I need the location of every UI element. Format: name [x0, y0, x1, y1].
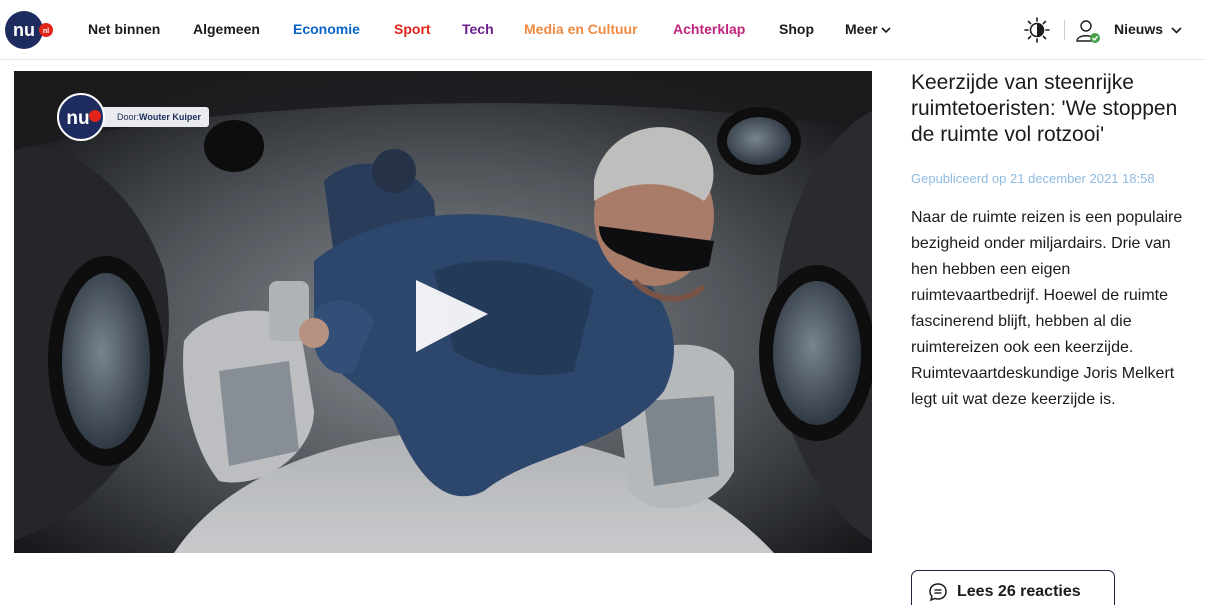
nav-net-binnen[interactable]: Net binnen — [88, 20, 160, 38]
section-select[interactable]: Nieuws — [1114, 20, 1182, 38]
play-icon — [416, 280, 488, 352]
nav-economie[interactable]: Economie — [293, 20, 360, 38]
comment-icon — [929, 583, 947, 602]
video-author-prefix: Door: — [117, 112, 140, 122]
article-summary: Naar de ruimte reizen is een populaire b… — [911, 209, 1183, 408]
video-author-name: Wouter Kuiper — [139, 112, 201, 122]
play-button[interactable] — [412, 276, 492, 356]
chevron-down-icon — [1171, 27, 1182, 34]
article-panel: Keerzijde van steenrijke ruimtetoeristen… — [911, 70, 1186, 413]
nav-media-en-cultuur[interactable]: Media en Cultuur — [524, 20, 638, 38]
sun-moon-icon[interactable] — [1023, 16, 1051, 44]
nav-achterklap[interactable]: Achterklap — [673, 20, 745, 38]
video-author-label: Door:Wouter Kuiper — [93, 107, 209, 127]
logo-suffix: nl — [43, 28, 49, 35]
nav-sport[interactable]: Sport — [394, 20, 431, 38]
badge-logo-text: nu — [66, 108, 89, 129]
nav-meer-label: Meer — [845, 21, 878, 37]
read-comments-button[interactable]: Lees 26 reacties — [911, 570, 1115, 605]
chevron-down-icon — [881, 27, 891, 34]
nu-badge-logo: nu — [57, 93, 105, 141]
logo-text: nu — [13, 20, 35, 40]
nav-algemeen[interactable]: Algemeen — [193, 20, 260, 38]
video-author-badge: nu Door:Wouter Kuiper — [57, 93, 209, 141]
top-navigation: nu nl Net binnen Algemeen Economie Sport… — [0, 0, 1205, 60]
nav-shop[interactable]: Shop — [779, 20, 814, 38]
article-published-date: Gepubliceerd op 21 december 2021 18:58 — [911, 171, 1155, 186]
article-headline: Keerzijde van steenrijke ruimtetoeristen… — [911, 71, 1178, 146]
nav-meer[interactable]: Meer — [845, 20, 891, 38]
nu-logo[interactable]: nu nl — [4, 10, 56, 50]
nav-divider — [1064, 20, 1065, 40]
read-comments-label: Lees 26 reacties — [957, 583, 1081, 600]
video-player[interactable]: nu Door:Wouter Kuiper — [14, 71, 872, 553]
nav-tech[interactable]: Tech — [462, 20, 494, 38]
user-icon[interactable] — [1074, 17, 1102, 45]
section-select-label: Nieuws — [1114, 21, 1164, 37]
